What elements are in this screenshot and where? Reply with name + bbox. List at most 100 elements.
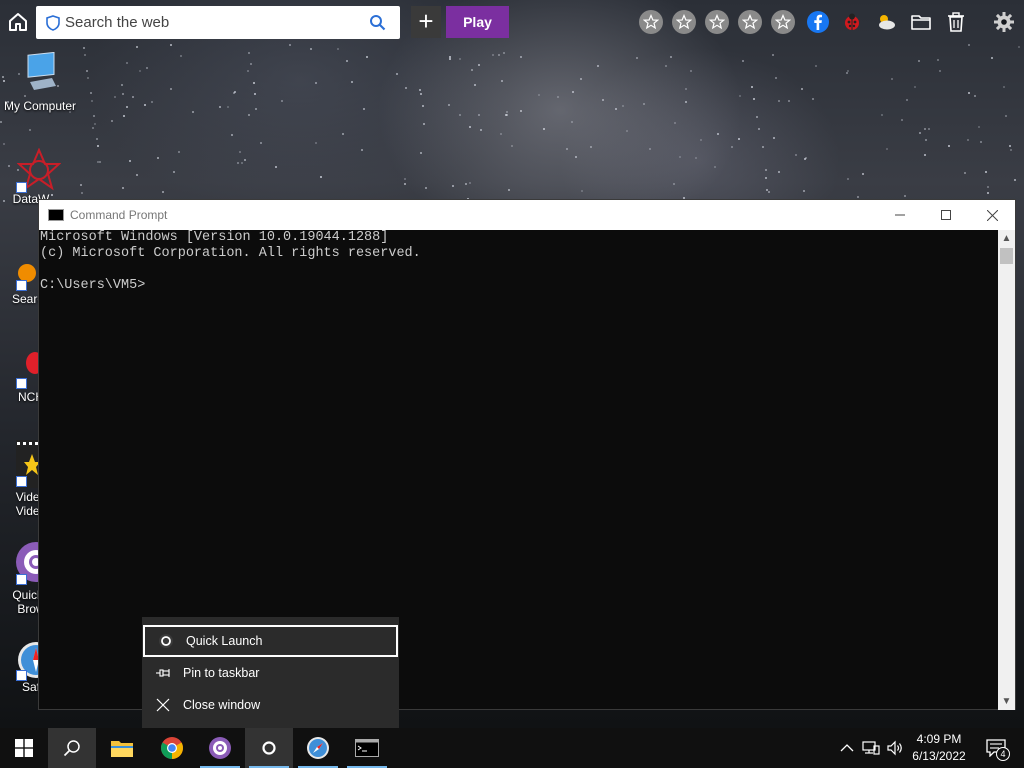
background-star <box>96 138 98 140</box>
taskbar-quicklaunch[interactable] <box>245 728 293 768</box>
background-star <box>511 145 513 147</box>
background-star <box>162 191 164 193</box>
background-star <box>478 64 480 66</box>
web-search-input[interactable] <box>65 14 355 31</box>
scroll-down-button[interactable]: ▼ <box>998 693 1015 710</box>
background-star <box>192 111 194 113</box>
jumplist-item-quick-launch[interactable]: Quick Launch <box>143 625 398 657</box>
scroll-up-button[interactable]: ▲ <box>998 230 1015 247</box>
shortcut-arrow-icon <box>16 574 27 585</box>
notification-badge: 4 <box>996 747 1010 761</box>
star-icon[interactable] <box>639 10 663 34</box>
background-star <box>985 171 987 173</box>
background-star <box>478 114 480 116</box>
background-star <box>968 92 970 94</box>
background-star <box>1018 46 1020 48</box>
background-star <box>520 110 522 112</box>
background-star <box>170 44 172 46</box>
background-star <box>918 60 920 62</box>
background-star <box>449 58 451 60</box>
background-star <box>788 100 790 102</box>
background-star <box>366 56 368 58</box>
background-star <box>503 52 505 54</box>
desktop-icon-my-computer[interactable]: My Computer <box>0 51 80 113</box>
background-star <box>756 116 758 118</box>
taskbar-file-explorer[interactable] <box>98 728 146 768</box>
background-star <box>602 99 604 101</box>
taskbar-chrome[interactable] <box>148 728 196 768</box>
background-star <box>237 162 239 164</box>
folder-icon[interactable] <box>909 10 933 34</box>
background-star <box>762 146 764 148</box>
background-star <box>136 174 138 176</box>
background-star <box>170 88 172 90</box>
notification-center-button[interactable]: 4 <box>982 738 1010 761</box>
background-star <box>967 139 969 141</box>
taskbar-search-button[interactable] <box>48 728 96 768</box>
system-clock[interactable]: 4:09 PM 6/13/2022 <box>906 731 972 765</box>
star-icon[interactable] <box>705 10 729 34</box>
background-star <box>122 93 124 95</box>
taskbar-safari[interactable] <box>294 728 342 768</box>
background-star <box>991 57 993 59</box>
taskbar-jump-list: Quick Launch Pin to taskbar Close window <box>142 617 399 728</box>
shortcut-arrow-icon <box>16 670 27 681</box>
window-titlebar[interactable]: Command Prompt <box>39 200 1015 230</box>
background-star <box>862 173 864 175</box>
background-star <box>925 139 927 141</box>
background-star <box>772 54 774 56</box>
background-star <box>469 182 471 184</box>
ladybug-icon[interactable] <box>840 10 864 34</box>
desktop-icon-datawatch[interactable]: DataW <box>0 148 61 206</box>
background-star <box>881 114 883 116</box>
network-icon[interactable] <box>861 738 881 758</box>
background-star <box>233 92 235 94</box>
background-star <box>423 123 425 125</box>
background-star <box>29 129 31 131</box>
facebook-icon[interactable] <box>806 10 830 34</box>
close-button[interactable] <box>969 200 1015 230</box>
play-button[interactable]: Play <box>446 6 509 38</box>
background-star <box>580 78 582 80</box>
star-icon[interactable] <box>672 10 696 34</box>
vertical-scrollbar[interactable]: ▲ ▼ <box>998 230 1015 710</box>
trash-icon[interactable] <box>944 10 968 34</box>
background-star <box>244 159 246 161</box>
taskbar-quicklaunch-browser[interactable] <box>196 728 244 768</box>
background-star <box>506 111 508 113</box>
maximize-button[interactable] <box>923 200 969 230</box>
star-icon[interactable] <box>738 10 762 34</box>
search-icon[interactable] <box>369 14 386 31</box>
safari-icon <box>307 737 329 759</box>
taskbar-command-prompt[interactable] <box>343 728 391 768</box>
jumplist-item-close-window[interactable]: Close window <box>142 689 399 721</box>
add-button[interactable]: + <box>411 6 441 38</box>
background-star <box>114 96 116 98</box>
chevron-up-icon[interactable] <box>837 738 857 758</box>
top-toolbar: + Play <box>0 0 1024 44</box>
background-star <box>538 94 540 96</box>
background-star <box>674 122 676 124</box>
scrollbar-thumb[interactable] <box>1000 248 1013 264</box>
minimize-button[interactable] <box>877 200 923 230</box>
volume-icon[interactable] <box>885 738 905 758</box>
background-star <box>500 133 502 135</box>
windows-start-icon <box>15 739 33 757</box>
web-search-box[interactable] <box>36 6 400 39</box>
background-star <box>501 80 503 82</box>
star-icon[interactable] <box>771 10 795 34</box>
background-star <box>987 186 989 188</box>
weather-icon[interactable] <box>874 10 898 34</box>
background-star <box>122 187 124 189</box>
home-icon[interactable] <box>6 10 30 34</box>
maximize-icon <box>941 210 951 220</box>
background-star <box>506 114 508 116</box>
background-star <box>420 93 422 95</box>
background-star <box>1014 179 1016 181</box>
start-button[interactable] <box>0 728 48 768</box>
gear-icon[interactable] <box>992 10 1016 34</box>
background-star <box>111 120 113 122</box>
background-star <box>146 67 148 69</box>
background-star <box>0 121 2 123</box>
jumplist-item-pin-to-taskbar[interactable]: Pin to taskbar <box>142 657 399 689</box>
